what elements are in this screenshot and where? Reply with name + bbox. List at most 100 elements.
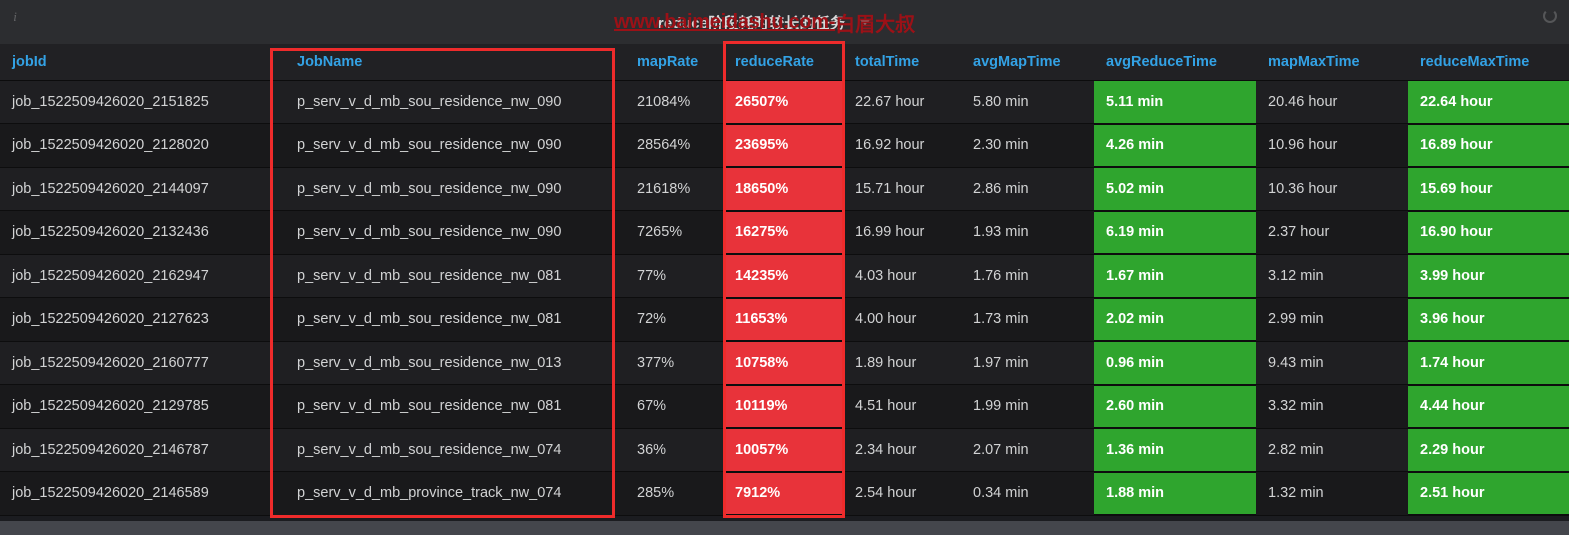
cell-reducerate: 11653% xyxy=(723,297,843,342)
table-row[interactable]: job_1522509426020_2132436 p_serv_v_d_mb_s… xyxy=(0,210,1569,255)
cell-jobid: job_1522509426020_2162947 xyxy=(0,254,285,298)
cell-avgmaptime: 2.07 min xyxy=(961,428,1094,472)
cell-jobid: job_1522509426020_2127623 xyxy=(0,297,285,342)
table-header: jobId JobName mapRate reduceRate totalTi… xyxy=(0,44,1569,81)
cell-totaltime: 2.54 hour xyxy=(843,471,961,516)
table-row[interactable]: job_1522509426020_2146589 p_serv_v_d_mb_p… xyxy=(0,471,1569,516)
cell-maprate: 28564% xyxy=(625,123,723,168)
cell-totaltime: 16.92 hour xyxy=(843,123,961,168)
column-header-avgreducetime[interactable]: avgReduceTime xyxy=(1094,44,1256,81)
cell-totaltime: 4.03 hour xyxy=(843,254,961,298)
cell-jobname: p_serv_v_d_mb_sou_residence_nw_090 xyxy=(285,80,625,124)
cell-jobid: job_1522509426020_2128020 xyxy=(0,123,285,168)
panel-title-wrap[interactable]: reduce阶段耗时较长的任务 xyxy=(658,12,872,33)
cell-reducerate: 23695% xyxy=(723,123,843,168)
cell-reducerate: 10057% xyxy=(723,428,843,473)
cell-reducerate: 16275% xyxy=(723,210,843,255)
cell-reducemaxtime: 22.64 hour xyxy=(1408,80,1569,125)
table-row[interactable]: job_1522509426020_2162947 p_serv_v_d_mb_s… xyxy=(0,254,1569,299)
cell-jobname: p_serv_v_d_mb_sou_residence_nw_013 xyxy=(285,341,625,385)
cell-reducerate: 14235% xyxy=(723,254,843,299)
column-header-avgmaptime[interactable]: avgMapTime xyxy=(961,44,1094,81)
cell-avgreducetime: 1.36 min xyxy=(1094,428,1256,473)
cell-avgreducetime: 0.96 min xyxy=(1094,341,1256,386)
table-row[interactable]: job_1522509426020_2127623 p_serv_v_d_mb_s… xyxy=(0,297,1569,342)
table-row[interactable]: job_1522509426020_2144097 p_serv_v_d_mb_s… xyxy=(0,167,1569,212)
cell-reducemaxtime: 1.74 hour xyxy=(1408,341,1569,386)
chevron-down-icon[interactable] xyxy=(859,19,872,25)
cell-mapmaxtime: 2.37 hour xyxy=(1256,210,1408,255)
cell-jobname: p_serv_v_d_mb_province_track_nw_074 xyxy=(285,471,625,516)
cell-avgreducetime: 5.11 min xyxy=(1094,80,1256,125)
cell-avgreducetime: 6.19 min xyxy=(1094,210,1256,255)
info-icon[interactable]: i xyxy=(8,8,22,26)
cell-reducemaxtime: 4.44 hour xyxy=(1408,384,1569,429)
cell-jobname: p_serv_v_d_mb_sou_residence_nw_090 xyxy=(285,123,625,168)
cell-totaltime: 16.99 hour xyxy=(843,210,961,255)
loading-spinner-icon xyxy=(1543,9,1557,23)
table-container[interactable]: jobId JobName mapRate reduceRate totalTi… xyxy=(0,44,1569,535)
cell-maprate: 21084% xyxy=(625,80,723,124)
cell-reducerate: 18650% xyxy=(723,167,843,212)
cell-jobid: job_1522509426020_2146589 xyxy=(0,471,285,516)
dashboard-panel: i reduce阶段耗时较长的任务 www.baimeidashu.com- 白眉… xyxy=(0,0,1569,535)
table-row[interactable]: job_1522509426020_2146787 p_serv_v_d_mb_s… xyxy=(0,428,1569,473)
column-header-jobid[interactable]: jobId xyxy=(0,44,285,81)
column-header-reducerate[interactable]: reduceRate xyxy=(723,44,843,81)
cell-avgmaptime: 1.99 min xyxy=(961,384,1094,429)
cell-reducerate: 7912% xyxy=(723,471,843,516)
cell-avgreducetime: 2.02 min xyxy=(1094,297,1256,342)
table-row[interactable]: job_1522509426020_2151825 p_serv_v_d_mb_s… xyxy=(0,80,1569,125)
cell-jobid: job_1522509426020_2144097 xyxy=(0,167,285,211)
cell-jobname: p_serv_v_d_mb_sou_residence_nw_081 xyxy=(285,254,625,298)
cell-totaltime: 4.00 hour xyxy=(843,297,961,342)
column-header-totaltime[interactable]: totalTime xyxy=(843,44,961,81)
cell-reducemaxtime: 16.89 hour xyxy=(1408,123,1569,168)
cell-avgmaptime: 1.73 min xyxy=(961,297,1094,342)
cell-mapmaxtime: 10.96 hour xyxy=(1256,123,1408,168)
cell-totaltime: 22.67 hour xyxy=(843,80,961,124)
cell-reducemaxtime: 16.90 hour xyxy=(1408,210,1569,255)
cell-totaltime: 4.51 hour xyxy=(843,384,961,429)
table-row[interactable]: job_1522509426020_2128020 p_serv_v_d_mb_s… xyxy=(0,123,1569,168)
cell-jobname: p_serv_v_d_mb_sou_residence_nw_090 xyxy=(285,210,625,255)
cell-jobname: p_serv_v_d_mb_sou_residence_nw_081 xyxy=(285,297,625,342)
table-row[interactable]: job_1522509426020_2160777 p_serv_v_d_mb_s… xyxy=(0,341,1569,386)
cell-reducemaxtime: 2.29 hour xyxy=(1408,428,1569,473)
cell-avgmaptime: 1.93 min xyxy=(961,210,1094,255)
cell-mapmaxtime: 9.43 min xyxy=(1256,341,1408,385)
cell-totaltime: 15.71 hour xyxy=(843,167,961,211)
cell-jobname: p_serv_v_d_mb_sou_residence_nw_090 xyxy=(285,167,625,211)
cell-maprate: 21618% xyxy=(625,167,723,211)
cell-maprate: 377% xyxy=(625,341,723,385)
cell-jobname: p_serv_v_d_mb_sou_residence_nw_074 xyxy=(285,428,625,472)
cell-mapmaxtime: 2.82 min xyxy=(1256,428,1408,472)
cell-jobid: job_1522509426020_2132436 xyxy=(0,210,285,255)
cell-avgreducetime: 1.67 min xyxy=(1094,254,1256,299)
table-header-row: jobId JobName mapRate reduceRate totalTi… xyxy=(0,44,1569,81)
cell-reducemaxtime: 2.51 hour xyxy=(1408,471,1569,516)
cell-maprate: 7265% xyxy=(625,210,723,255)
table-row[interactable]: job_1522509426020_2129785 p_serv_v_d_mb_s… xyxy=(0,384,1569,429)
cell-totaltime: 2.34 hour xyxy=(843,428,961,472)
cell-reducerate: 10758% xyxy=(723,341,843,386)
column-header-reducemaxtime[interactable]: reduceMaxTime xyxy=(1408,44,1569,81)
cell-reducemaxtime: 3.99 hour xyxy=(1408,254,1569,299)
cell-jobid: job_1522509426020_2160777 xyxy=(0,341,285,385)
cell-mapmaxtime: 2.99 min xyxy=(1256,297,1408,342)
cell-avgmaptime: 1.76 min xyxy=(961,254,1094,298)
column-header-maprate[interactable]: mapRate xyxy=(625,44,723,81)
cell-reducerate: 10119% xyxy=(723,384,843,429)
cell-jobname: p_serv_v_d_mb_sou_residence_nw_081 xyxy=(285,384,625,429)
cell-avgreducetime: 5.02 min xyxy=(1094,167,1256,212)
cell-reducerate: 26507% xyxy=(723,80,843,125)
cell-maprate: 36% xyxy=(625,428,723,472)
cell-maprate: 285% xyxy=(625,471,723,516)
column-header-mapmaxtime[interactable]: mapMaxTime xyxy=(1256,44,1408,81)
cell-avgmaptime: 1.97 min xyxy=(961,341,1094,385)
cell-jobid: job_1522509426020_2151825 xyxy=(0,80,285,124)
horizontal-scrollbar[interactable] xyxy=(0,521,1569,535)
cell-avgmaptime: 0.34 min xyxy=(961,471,1094,516)
cell-avgreducetime: 1.88 min xyxy=(1094,471,1256,516)
column-header-jobname[interactable]: JobName xyxy=(285,44,625,81)
